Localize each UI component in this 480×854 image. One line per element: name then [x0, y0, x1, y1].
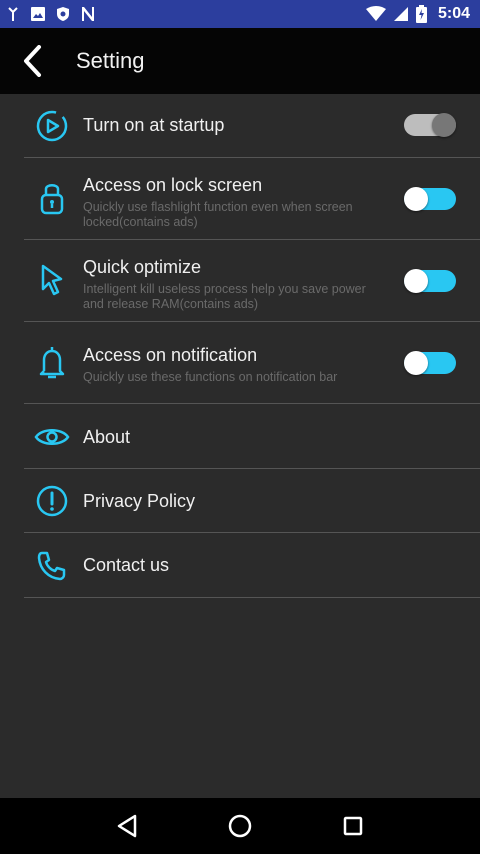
nav-back-button[interactable] [107, 806, 147, 846]
setting-text: Access on lock screen Quickly use flashl… [83, 174, 390, 230]
setting-label: Quick optimize [83, 257, 202, 277]
back-triangle-icon [117, 814, 136, 838]
status-bar-left [6, 6, 96, 22]
setting-text: Access on notification Quickly use these… [83, 344, 390, 385]
nav-recents-button[interactable] [333, 806, 373, 846]
nav-home-button[interactable] [220, 806, 260, 846]
page-title: Setting [76, 48, 145, 73]
home-circle-icon [228, 814, 252, 838]
app-bar: Setting [0, 28, 480, 94]
startup-toggle[interactable] [404, 113, 456, 137]
cellular-icon [393, 7, 408, 21]
toggle-knob [404, 351, 428, 375]
setting-label: Access on notification [83, 345, 258, 365]
wifi-icon [365, 6, 386, 21]
setting-row-contact[interactable]: Contact us [0, 533, 480, 598]
divider [24, 597, 480, 598]
setting-row-quick-optimize[interactable]: Quick optimize Intelligent kill useless … [0, 240, 480, 322]
phone-icon [34, 548, 70, 584]
setting-text: About [83, 426, 390, 448]
bell-icon [34, 344, 70, 380]
cursor-icon [34, 262, 70, 298]
status-bar: 5:04 [0, 0, 480, 28]
eye-icon [34, 419, 70, 455]
setting-label: Privacy Policy [83, 491, 196, 511]
setting-label: Contact us [83, 555, 170, 575]
setting-label: Turn on at startup [83, 115, 225, 135]
lock-icon [34, 180, 70, 216]
recents-square-icon [344, 816, 363, 836]
settings-list: Turn on at startup Access on lock screen… [0, 94, 480, 598]
image-icon [31, 7, 45, 21]
shield-icon [57, 7, 69, 21]
battery-charging-icon [415, 5, 427, 23]
status-bar-right: 5:04 [365, 5, 470, 23]
back-button[interactable] [22, 41, 52, 81]
toggle-knob [404, 187, 428, 211]
setting-row-startup[interactable]: Turn on at startup [0, 94, 480, 158]
setting-text: Quick optimize Intelligent kill useless … [83, 256, 390, 312]
setting-description: Intelligent kill useless process help yo… [83, 282, 366, 311]
lock-screen-toggle[interactable] [404, 187, 456, 211]
setting-row-about[interactable]: About [0, 404, 480, 469]
setting-text: Privacy Policy [83, 490, 390, 512]
setting-description: Quickly use flashlight function even whe… [83, 200, 353, 229]
setting-label: Access on lock screen [83, 175, 263, 195]
setting-text: Turn on at startup [83, 114, 390, 136]
n-notification-icon [82, 7, 94, 21]
signal-tower-icon [8, 7, 18, 21]
toggle-knob [404, 269, 428, 293]
setting-label: About [83, 427, 131, 447]
setting-row-notification[interactable]: Access on notification Quickly use these… [0, 322, 480, 404]
play-clock-icon [34, 108, 70, 144]
setting-description: Quickly use these functions on notificat… [83, 370, 338, 384]
quick-optimize-toggle[interactable] [404, 269, 456, 293]
back-arrow-icon [24, 45, 41, 77]
setting-row-lock-screen[interactable]: Access on lock screen Quickly use flashl… [0, 158, 480, 240]
navigation-bar [0, 798, 480, 854]
setting-text: Contact us [83, 554, 390, 576]
setting-row-privacy[interactable]: Privacy Policy [0, 469, 480, 533]
exclamation-circle-icon [34, 483, 70, 519]
toggle-knob [432, 113, 456, 137]
status-time: 5:04 [437, 5, 470, 22]
notification-toggle[interactable] [404, 351, 456, 375]
